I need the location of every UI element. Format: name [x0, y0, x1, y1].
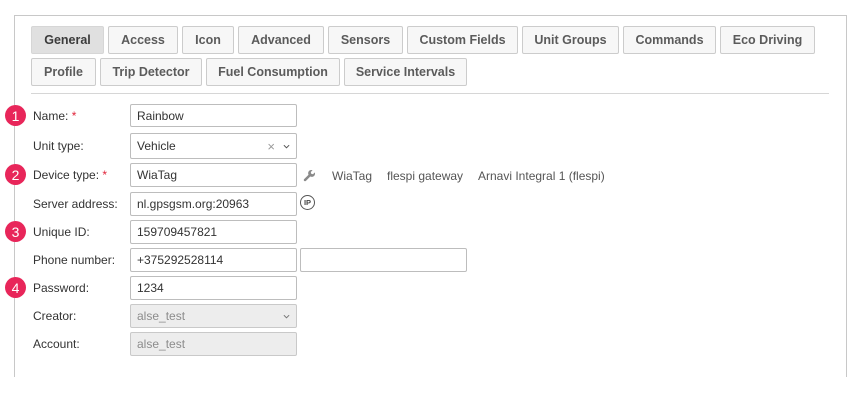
tab-fuel-consumption[interactable]: Fuel Consumption [206, 58, 340, 86]
account-label: Account: [33, 337, 80, 351]
tab-unit-groups[interactable]: Unit Groups [522, 26, 619, 54]
chevron-down-icon [283, 144, 290, 149]
creator-select[interactable]: alse_test [130, 304, 297, 328]
unit-type-select[interactable]: Vehicle × [130, 133, 297, 159]
tabs-divider [31, 93, 829, 94]
chevron-down-icon [283, 314, 290, 319]
unit-type-value: Vehicle [137, 139, 176, 153]
device-type-option-flespi-gateway[interactable]: flespi gateway [387, 169, 463, 183]
tab-custom-fields[interactable]: Custom Fields [407, 26, 518, 54]
account-input [130, 332, 297, 356]
name-label: Name: * [33, 109, 76, 123]
tab-service-intervals[interactable]: Service Intervals [344, 58, 467, 86]
wrench-icon[interactable] [303, 169, 316, 182]
name-input[interactable] [130, 104, 297, 127]
password-input[interactable] [130, 276, 297, 300]
marker-2: 2 [5, 164, 26, 185]
unique-id-label: Unique ID: [33, 225, 90, 239]
device-type-label: Device type: * [33, 168, 107, 182]
tab-trip-detector[interactable]: Trip Detector [100, 58, 202, 86]
device-type-input[interactable] [130, 163, 297, 187]
marker-1: 1 [5, 105, 26, 126]
device-type-option-arnavi[interactable]: Arnavi Integral 1 (flespi) [478, 169, 605, 183]
device-type-option-wiatag[interactable]: WiaTag [332, 169, 372, 183]
marker-4: 4 [5, 277, 26, 298]
phone-number-input[interactable] [130, 248, 297, 272]
tab-profile[interactable]: Profile [31, 58, 96, 86]
clear-icon[interactable]: × [267, 139, 275, 154]
ip-icon[interactable]: IP [300, 195, 315, 210]
tab-eco-driving[interactable]: Eco Driving [720, 26, 815, 54]
server-address-label: Server address: [33, 197, 118, 211]
tab-access[interactable]: Access [108, 26, 178, 54]
required-mark: * [102, 168, 108, 182]
creator-value: alse_test [137, 309, 186, 323]
tab-general[interactable]: General [31, 26, 104, 54]
unique-id-input[interactable] [130, 220, 297, 244]
second-phone-number-input[interactable] [300, 248, 467, 272]
tab-commands[interactable]: Commands [623, 26, 716, 54]
marker-3: 3 [5, 221, 26, 242]
tab-sensors[interactable]: Sensors [328, 26, 403, 54]
unit-type-label: Unit type: [33, 139, 84, 153]
password-label: Password: [33, 281, 90, 295]
server-address-input[interactable] [130, 192, 297, 216]
tab-advanced[interactable]: Advanced [238, 26, 324, 54]
device-type-label-text: Device type: [33, 168, 100, 182]
creator-label: Creator: [33, 309, 77, 323]
tab-icon[interactable]: Icon [182, 26, 234, 54]
required-mark: * [71, 109, 77, 123]
phone-number-label: Phone number: [33, 253, 116, 267]
name-label-text: Name: [33, 109, 69, 123]
